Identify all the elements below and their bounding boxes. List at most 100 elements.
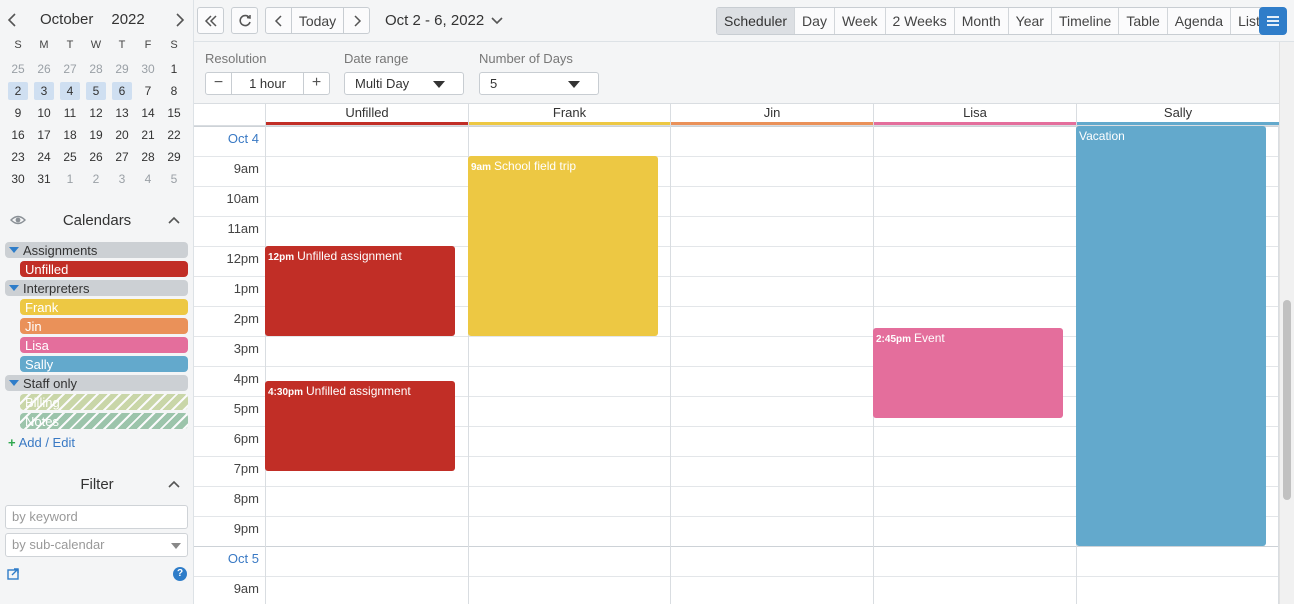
view-tab[interactable]: Week	[835, 8, 886, 34]
mini-day[interactable]: 18	[57, 124, 83, 146]
day-label[interactable]: Oct 4	[228, 131, 259, 146]
view-tab[interactable]: Year	[1009, 8, 1052, 34]
today-button[interactable]: Today	[291, 7, 344, 34]
keyword-filter-input[interactable]: by keyword	[5, 505, 188, 529]
vertical-scrollbar[interactable]	[1279, 42, 1294, 604]
calendar-group[interactable]: Assignments	[5, 242, 188, 258]
mini-day[interactable]: 12	[83, 102, 109, 124]
mini-day[interactable]: 15	[161, 102, 187, 124]
chevron-left-icon[interactable]	[5, 12, 19, 28]
view-tab[interactable]: Timeline	[1052, 8, 1120, 34]
mini-day[interactable]: 29	[161, 146, 187, 168]
mini-day[interactable]: 29	[109, 58, 135, 80]
add-edit-link[interactable]: + Add / Edit	[8, 435, 75, 450]
resolution-decrease-button[interactable]: −	[206, 73, 232, 94]
mini-day[interactable]: 2	[5, 80, 31, 102]
prev-button[interactable]	[265, 7, 292, 34]
mini-day[interactable]: 25	[5, 58, 31, 80]
mini-day[interactable]: 30	[5, 168, 31, 190]
mini-day[interactable]: 20	[109, 124, 135, 146]
mini-day[interactable]: 14	[135, 102, 161, 124]
day-label[interactable]: Oct 5	[228, 551, 259, 566]
main-menu-button[interactable]	[1259, 7, 1287, 35]
event-block[interactable]: 4:30pm Unfilled assignment	[265, 381, 455, 471]
mini-day[interactable]: 22	[161, 124, 187, 146]
mini-day[interactable]: 24	[31, 146, 57, 168]
scrollbar-thumb[interactable]	[1283, 300, 1291, 500]
mini-day[interactable]: 3	[31, 80, 57, 102]
back-to-start-button[interactable]	[197, 7, 224, 34]
mini-day[interactable]: 11	[57, 102, 83, 124]
column-header[interactable]: Unfilled	[265, 104, 468, 125]
days-select[interactable]: 5	[479, 72, 599, 95]
mini-day[interactable]: 27	[109, 146, 135, 168]
mini-day[interactable]: 31	[31, 168, 57, 190]
mini-day[interactable]: 21	[135, 124, 161, 146]
resolution-increase-button[interactable]: +	[303, 73, 329, 94]
date-range-select[interactable]: Multi Day	[344, 72, 464, 95]
column-header[interactable]: Sally	[1076, 104, 1279, 125]
chevron-up-icon[interactable]	[167, 214, 181, 226]
calendar-item[interactable]: Notes	[20, 413, 188, 429]
column-header-label: Jin	[763, 105, 781, 120]
event-block[interactable]: Vacation	[1076, 126, 1266, 546]
mini-day[interactable]: 4	[135, 168, 161, 190]
view-tab[interactable]: Day	[795, 8, 835, 34]
calendar-group[interactable]: Interpreters	[5, 280, 188, 296]
mini-day[interactable]: 19	[83, 124, 109, 146]
view-tab[interactable]: Agenda	[1168, 8, 1232, 34]
view-tab[interactable]: 2 Weeks	[886, 8, 955, 34]
mini-day[interactable]: 1	[161, 58, 187, 80]
date-range-picker[interactable]: Oct 2 - 6, 2022	[385, 12, 503, 29]
mini-day-label: 19	[89, 128, 103, 142]
view-tab[interactable]: Scheduler	[717, 8, 796, 34]
mini-day[interactable]: 5	[161, 168, 187, 190]
mini-day[interactable]: 30	[135, 58, 161, 80]
mini-day[interactable]: 7	[135, 80, 161, 102]
mini-day[interactable]: 1	[57, 168, 83, 190]
mini-day[interactable]: 4	[57, 80, 83, 102]
mini-day[interactable]: 23	[5, 146, 31, 168]
mini-day-label: 18	[63, 128, 77, 142]
view-tab[interactable]: Table	[1119, 8, 1168, 34]
mini-day[interactable]: 2	[83, 168, 109, 190]
event-block[interactable]: 9am School field trip	[468, 156, 658, 336]
calendar-item[interactable]: Jin	[20, 318, 188, 334]
mini-day[interactable]: 26	[83, 146, 109, 168]
subcalendar-filter-select[interactable]: by sub-calendar	[5, 533, 188, 557]
calendar-item[interactable]: Sally	[20, 356, 188, 372]
column-header[interactable]: Lisa	[873, 104, 1076, 125]
mini-day[interactable]: 17	[31, 124, 57, 146]
mini-day[interactable]: 27	[57, 58, 83, 80]
calendar-item[interactable]: Frank	[20, 299, 188, 315]
mini-day[interactable]: 6	[109, 80, 135, 102]
share-icon[interactable]	[7, 567, 20, 580]
mini-day[interactable]: 28	[135, 146, 161, 168]
mini-day[interactable]: 9	[5, 102, 31, 124]
mini-day[interactable]: 10	[31, 102, 57, 124]
mini-day[interactable]: 13	[109, 102, 135, 124]
column-header[interactable]: Frank	[468, 104, 670, 125]
chevron-right-icon[interactable]	[173, 12, 187, 28]
mini-day[interactable]: 8	[161, 80, 187, 102]
help-icon[interactable]: ?	[173, 567, 187, 581]
mini-day[interactable]: 16	[5, 124, 31, 146]
view-tab[interactable]: Month	[955, 8, 1009, 34]
column-header[interactable]: Jin	[670, 104, 873, 125]
calendar-item[interactable]: Unfilled	[20, 261, 188, 277]
mini-day[interactable]: 25	[57, 146, 83, 168]
calendar-item[interactable]: Lisa	[20, 337, 188, 353]
refresh-button[interactable]	[231, 7, 258, 34]
mini-day[interactable]: 26	[31, 58, 57, 80]
event-block[interactable]: 2:45pm Event	[873, 328, 1063, 418]
chevron-up-icon[interactable]	[167, 478, 181, 490]
mini-calendar-title[interactable]: October 2022	[40, 11, 145, 28]
mini-day-label: 27	[63, 62, 77, 76]
mini-day[interactable]: 3	[109, 168, 135, 190]
next-button[interactable]	[343, 7, 370, 34]
mini-day[interactable]: 28	[83, 58, 109, 80]
calendar-group[interactable]: Staff only	[5, 375, 188, 391]
event-block[interactable]: 12pm Unfilled assignment	[265, 246, 455, 336]
calendar-item[interactable]: Billing	[20, 394, 188, 410]
mini-day[interactable]: 5	[83, 80, 109, 102]
